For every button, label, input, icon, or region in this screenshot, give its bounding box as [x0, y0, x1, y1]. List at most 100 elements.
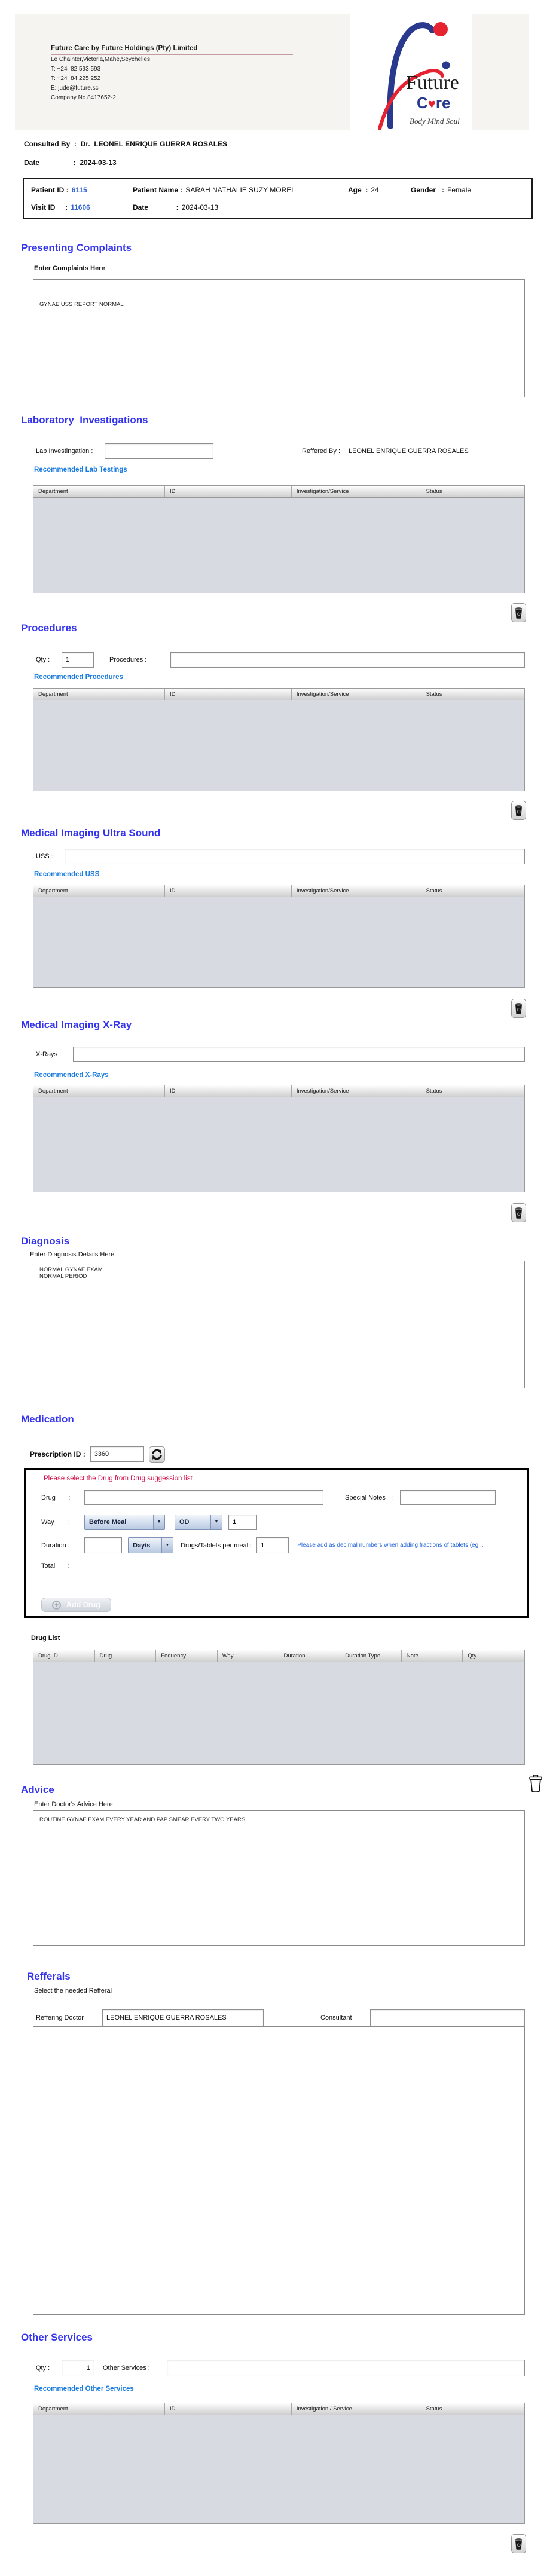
procedures-input-row: Qty : Procedures :	[36, 651, 556, 668]
column-header-investigation-service: Investigation / Service	[292, 2403, 421, 2415]
uss-input[interactable]	[65, 849, 525, 864]
future-care-logo-icon: Future C♥re Body Mind Soul	[355, 11, 468, 131]
uss-title: Medical Imaging Ultra Sound	[21, 827, 556, 839]
xray-table-header: Department ID Investigation/Service Stat…	[33, 1085, 525, 1097]
duration-label: Duration :	[41, 1542, 84, 1549]
column-header-investigation-service: Investigation/Service	[292, 885, 421, 897]
other-services-table-header: Department ID Investigation / Service St…	[33, 2403, 525, 2415]
company-phone-2: T: +24 84 225 252	[51, 74, 293, 84]
clear-xray-table-button[interactable]	[511, 1203, 526, 1222]
per-meal-input[interactable]	[256, 1537, 289, 1553]
recommended-lab-testings-label: Recommended Lab Testings	[34, 466, 556, 475]
drug-list-table-body[interactable]	[33, 1662, 525, 1765]
xray-trash-row	[0, 1203, 556, 1222]
consultant-input[interactable]	[370, 2009, 525, 2026]
column-header-department: Department	[33, 885, 165, 897]
procedures-trash-row	[0, 801, 556, 820]
consultation-date: Date : 2024-03-13	[24, 158, 117, 167]
add-drug-label: Add Drug	[66, 1601, 100, 1609]
visit-id-label: Visit ID :	[31, 203, 68, 212]
presenting-complaints-title: Presenting Complaints	[21, 242, 556, 254]
xray-input[interactable]	[73, 1047, 525, 1062]
column-header-status: Status	[421, 689, 524, 700]
refresh-prescription-button[interactable]	[149, 1446, 165, 1463]
procedures-table-header: Department ID Investigation/Service Stat…	[33, 688, 525, 700]
column-header-investigation-service: Investigation/Service	[292, 486, 421, 497]
logo-word-future: Future	[406, 72, 459, 94]
xray-table-body[interactable]	[33, 1097, 525, 1192]
procedures-qty-input[interactable]	[62, 652, 94, 668]
lab-investigation-input[interactable]	[105, 443, 213, 459]
other-services-table-body[interactable]	[33, 2415, 525, 2524]
column-header-status: Status	[421, 885, 524, 897]
patient-info-box: Patient ID :6115 Patient Name :SARAH NAT…	[23, 178, 533, 219]
diagnosis-textarea[interactable]: NORMAL GYNAE EXAM NORMAL PERIOD	[33, 1261, 525, 1388]
clear-advice-button[interactable]	[528, 1775, 543, 1794]
special-notes-input[interactable]	[400, 1490, 496, 1505]
age-value: 24	[371, 186, 378, 194]
way-selected-value: Before Meal	[89, 1519, 126, 1526]
gender-label: Gender :	[411, 186, 444, 194]
procedures-table-body[interactable]	[33, 700, 525, 791]
drug-input[interactable]	[84, 1490, 323, 1505]
clear-lab-table-button[interactable]	[511, 603, 526, 622]
column-header-investigation-service: Investigation/Service	[292, 1085, 421, 1097]
drug-label: Drug :	[41, 1494, 84, 1501]
column-header-frequency: Fequency	[156, 1650, 218, 1662]
procedures-title: Procedures	[21, 622, 556, 634]
refferal-list-box[interactable]	[33, 2026, 525, 2315]
clear-other-services-table-button[interactable]	[511, 2534, 526, 2553]
reffered-by-value: LEONEL ENRIQUE GUERRA ROSALES	[349, 448, 469, 455]
age-label: Age :	[348, 186, 368, 194]
frequency-select[interactable]: OD ▼	[175, 1515, 222, 1530]
uss-input-row: USS :	[36, 849, 556, 864]
prescription-id-input[interactable]	[90, 1446, 144, 1462]
clear-procedures-table-button[interactable]	[511, 801, 526, 820]
plus-circle-icon: +	[52, 1601, 61, 1610]
heart-icon: ♥	[427, 96, 435, 111]
column-header-drug: Drug	[95, 1650, 157, 1662]
logo-blue-dot	[442, 61, 450, 69]
other-qty-input[interactable]	[62, 2360, 94, 2376]
logo-word-care: C♥re	[417, 94, 450, 112]
lab-input-row: Lab Investingation : Reffered By : LEONE…	[36, 443, 556, 459]
advice-textarea[interactable]: ROUTINE GYNAE EXAM EVERY YEAR AND PAP SM…	[33, 1810, 525, 1946]
procedures-input[interactable]	[170, 652, 525, 668]
lab-table-header: Department ID Investigation/Service Stat…	[33, 485, 525, 498]
lab-trash-row	[0, 603, 556, 622]
duration-input[interactable]	[84, 1537, 122, 1553]
advice-label: Enter Doctor's Advice Here	[34, 1801, 556, 1809]
consultant-label: Consultant	[320, 2014, 352, 2021]
xray-label: X-Rays :	[36, 1051, 66, 1058]
lab-table-body[interactable]	[33, 498, 525, 593]
complaints-textarea[interactable]: GYNAE USS REPORT NORMAL	[33, 279, 525, 397]
uss-table-body[interactable]	[33, 897, 525, 988]
refferal-sub-label: Select the needed Refferal	[34, 1987, 556, 1995]
other-services-input[interactable]	[167, 2360, 525, 2376]
xray-table: Department ID Investigation/Service Stat…	[33, 1085, 525, 1192]
column-header-department: Department	[33, 689, 165, 700]
other-services-title: Other Services	[21, 2332, 556, 2344]
frequency-qty-input[interactable]	[228, 1515, 257, 1530]
total-label: Total :	[41, 1562, 84, 1570]
drug-entry-panel: Please select the Drug from Drug suggess…	[24, 1468, 529, 1618]
column-header-status: Status	[421, 2403, 524, 2415]
recommended-procedures-label: Recommended Procedures	[34, 674, 556, 682]
patient-id-label: Patient ID :	[31, 186, 69, 194]
chevron-down-icon: ▼	[161, 1538, 173, 1553]
clear-uss-table-button[interactable]	[511, 999, 526, 1018]
reffering-doctor-input[interactable]	[102, 2009, 264, 2026]
trash-icon	[514, 804, 523, 817]
recommended-uss-label: Recommended USS	[34, 871, 556, 879]
lab-table: Department ID Investigation/Service Stat…	[33, 485, 525, 593]
way-select[interactable]: Before Meal ▼	[84, 1515, 165, 1530]
total-row: Total :	[41, 1562, 527, 1570]
column-header-department: Department	[33, 1085, 165, 1097]
add-drug-button[interactable]: + Add Drug	[41, 1598, 111, 1612]
other-services-trash-row	[0, 2534, 556, 2553]
procedures-qty-label: Qty :	[36, 656, 57, 663]
duration-unit-select[interactable]: Day/s ▼	[128, 1537, 173, 1553]
company-address: Le Chainter,Victoria,Mahe,Seychelles	[51, 55, 293, 65]
laboratory-title: Laboratory Investigations	[21, 414, 556, 426]
column-header-department: Department	[33, 2403, 165, 2415]
